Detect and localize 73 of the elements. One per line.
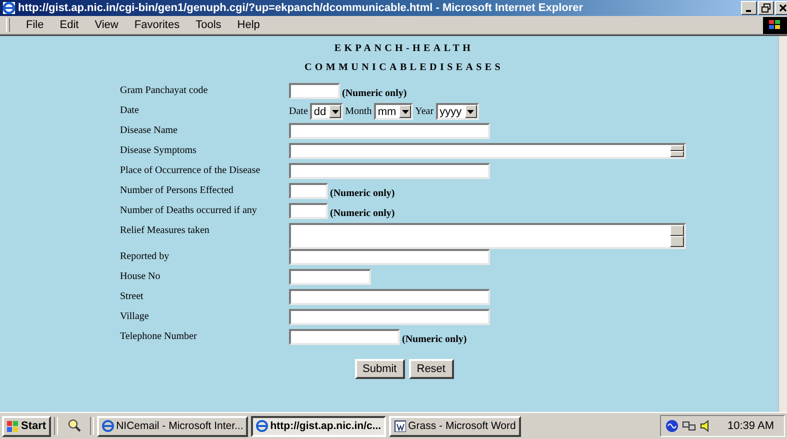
field-label: Telephone Number [120,330,198,342]
scrollbar[interactable] [670,145,684,157]
taskbar-button[interactable]: http://gist.ap.nic.in/c... [251,416,386,436]
speaker-icon [698,419,711,433]
text-area[interactable] [289,223,686,249]
field-label: Number of Persons Effected [120,184,234,196]
date-part-label: Date [289,106,308,117]
text-area[interactable] [289,143,686,159]
start-button[interactable]: Start [2,416,52,436]
menu-item[interactable]: File [18,19,52,31]
hint-text: (Numeric only) [342,86,407,98]
input-field[interactable] [289,289,490,305]
globe-icon [102,420,114,432]
field-label: Disease Name [120,124,178,136]
input-field[interactable] [289,249,490,265]
date-part-label: Month [345,106,372,117]
field-label: Disease Symptoms [120,144,198,156]
restore-icon [761,3,771,13]
caret-icon [402,110,409,114]
caret-icon [332,110,339,114]
close-button[interactable] [775,1,787,15]
date-part-label: Year [415,106,434,117]
field-label: Street [120,290,144,302]
computers-icon [682,420,696,432]
windows-logo-icon [7,420,19,432]
input-field[interactable] [289,203,328,219]
taskbar-button[interactable]: NICemail - Microsoft Inter... [97,416,248,436]
globe-icon [256,420,268,432]
input-field[interactable] [289,329,400,345]
taskbar-button[interactable]: Grass - Microsoft Word [389,416,521,436]
field-label: Number of Deaths occurred if any [120,204,258,216]
field-label: Relief Measures taken [120,224,210,236]
input-field[interactable] [289,183,328,199]
submit-button[interactable]: Submit [354,359,405,379]
windows-logo-icon [763,16,787,34]
input-field[interactable] [289,83,340,99]
menu-item[interactable]: Favorites [126,19,188,31]
scrollbar[interactable] [778,36,787,412]
close-icon [778,3,787,13]
scrollbar[interactable] [670,225,684,247]
field-label: Date [120,104,140,116]
menu-item[interactable]: Edit [52,19,87,31]
document-icon [394,420,406,432]
window-title: http://gist.ap.nic.in/cgi-bin/gen1/genuph.cgi/?up=ekpanch/dcommunicable.html - Microsoft Internet Explorer [18,2,584,14]
menu-item[interactable]: Help [229,19,268,31]
menu-item[interactable]: Tools [188,19,230,31]
field-label: Village [120,310,150,322]
clock: 10:39 AM [728,420,774,432]
field-label: Place of Occurrence of the Disease [120,164,262,176]
field-label: Gram Panchayat code [120,84,209,96]
dropdown[interactable]: yyyy [436,103,479,120]
input-field[interactable] [289,163,490,179]
input-field[interactable] [289,269,371,285]
network-icon [664,419,679,433]
dropdown[interactable]: mm [374,103,414,120]
field-label: House No [120,270,162,282]
toolbar-grip [6,18,10,32]
page-heading: COMMUNICABLEDISEASES [303,62,505,75]
input-field[interactable] [289,123,490,139]
hint-text: (Numeric only) [330,206,395,218]
page-heading: EKPANCH-HEALTH [333,43,475,56]
restore-button[interactable] [758,1,774,15]
magnifier-icon [67,418,82,432]
caret-icon [467,110,474,114]
menu-item[interactable]: View [86,19,126,31]
hint-text: (Numeric only) [330,186,395,198]
minimize-button[interactable] [741,1,757,15]
reset-button[interactable]: Reset [408,359,454,379]
dropdown[interactable]: dd [310,103,344,120]
field-label: Reported by [120,250,170,262]
hint-text: (Numeric only) [402,332,467,344]
input-field[interactable] [289,309,490,325]
minimize-icon [746,10,752,12]
